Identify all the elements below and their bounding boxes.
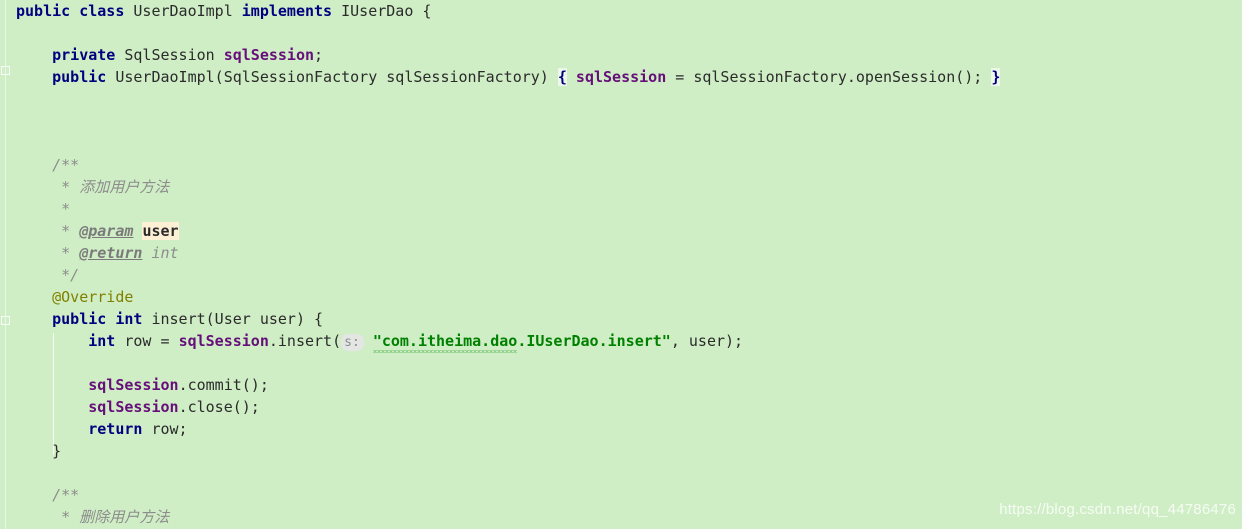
code-token: ;	[314, 46, 324, 64]
code-token: sqlSession	[178, 332, 269, 350]
code-token: sqlSession	[88, 376, 179, 394]
code-token: public	[16, 2, 71, 20]
code-token: sqlSession	[575, 68, 667, 86]
code-token: *	[16, 244, 80, 262]
code-line: public class UserDaoImpl implements IUse…	[16, 0, 431, 22]
watermark-url: https://blog.csdn.net/qq_44786476	[999, 501, 1236, 518]
code-token: }	[991, 68, 1001, 86]
code-token: insert(User user) {	[142, 310, 324, 328]
code-line: * @return int	[16, 242, 179, 264]
code-token: .insert(	[268, 332, 342, 350]
code-token: /**	[16, 156, 80, 174]
code-line: public int insert(User user) {	[16, 308, 323, 330]
code-token: {	[557, 68, 567, 86]
fold-marker-class-body[interactable]	[1, 66, 10, 75]
code-line: public UserDaoImpl(SqlSessionFactory sql…	[16, 66, 1001, 88]
code-token: implements	[241, 2, 333, 20]
code-token: * 添加用户方法	[16, 178, 170, 196]
code-token: = sqlSessionFactory.openSession();	[666, 68, 992, 86]
code-token: */	[16, 266, 80, 284]
code-line: }	[16, 440, 61, 462]
code-token: sqlSession	[223, 46, 315, 64]
code-token: s:	[341, 334, 364, 351]
code-token: , user);	[670, 332, 744, 350]
code-line: sqlSession.close();	[16, 396, 260, 418]
code-token: @param	[79, 222, 134, 240]
code-token: "com.itheima.dao	[372, 332, 518, 353]
code-line: * 删除用户方法	[16, 506, 169, 528]
code-line: * @param user	[16, 220, 179, 242]
code-token: UserDaoImpl(SqlSessionFactory sqlSession…	[106, 68, 558, 86]
code-line: /**	[16, 154, 79, 176]
code-line: *	[16, 198, 70, 220]
code-token: public	[52, 68, 107, 86]
code-token: @Override	[52, 288, 134, 306]
fold-marker-insert-method[interactable]	[1, 316, 10, 325]
code-token: class	[79, 2, 125, 20]
code-token: UserDaoImpl	[124, 2, 242, 20]
code-token: *	[16, 200, 71, 218]
code-token: row =	[115, 332, 179, 350]
code-line: @Override	[16, 286, 133, 308]
code-editor[interactable]: public class UserDaoImpl implements IUse…	[0, 0, 1242, 529]
code-token: @return	[79, 244, 143, 262]
code-line: int row = sqlSession.insert(s: "com.ithe…	[16, 330, 743, 352]
code-token: public	[52, 310, 107, 328]
code-token: *	[16, 222, 80, 240]
code-token: /**	[16, 486, 80, 504]
code-token: .IUserDao.insert"	[517, 332, 671, 350]
code-token: SqlSession	[115, 46, 224, 64]
code-line: sqlSession.commit();	[16, 374, 269, 396]
code-token: .close();	[178, 398, 260, 416]
code-line: /**	[16, 484, 79, 506]
code-line: * 添加用户方法	[16, 176, 169, 198]
code-token: int	[88, 332, 116, 350]
code-token: user	[142, 222, 179, 240]
code-line: private SqlSession sqlSession;	[16, 44, 323, 66]
code-token: .commit();	[178, 376, 269, 394]
code-token: }	[16, 442, 62, 460]
code-token: row;	[142, 420, 188, 438]
code-token: sqlSession	[88, 398, 179, 416]
code-line: */	[16, 264, 79, 286]
code-token: int	[142, 244, 179, 262]
code-token: IUserDao {	[332, 2, 432, 20]
code-token: * 删除用户方法	[16, 508, 170, 526]
fold-gutter-rail	[5, 0, 6, 529]
code-token: int	[115, 310, 143, 328]
code-token: private	[52, 46, 116, 64]
code-token: return	[88, 420, 143, 438]
code-line: return row;	[16, 418, 188, 440]
